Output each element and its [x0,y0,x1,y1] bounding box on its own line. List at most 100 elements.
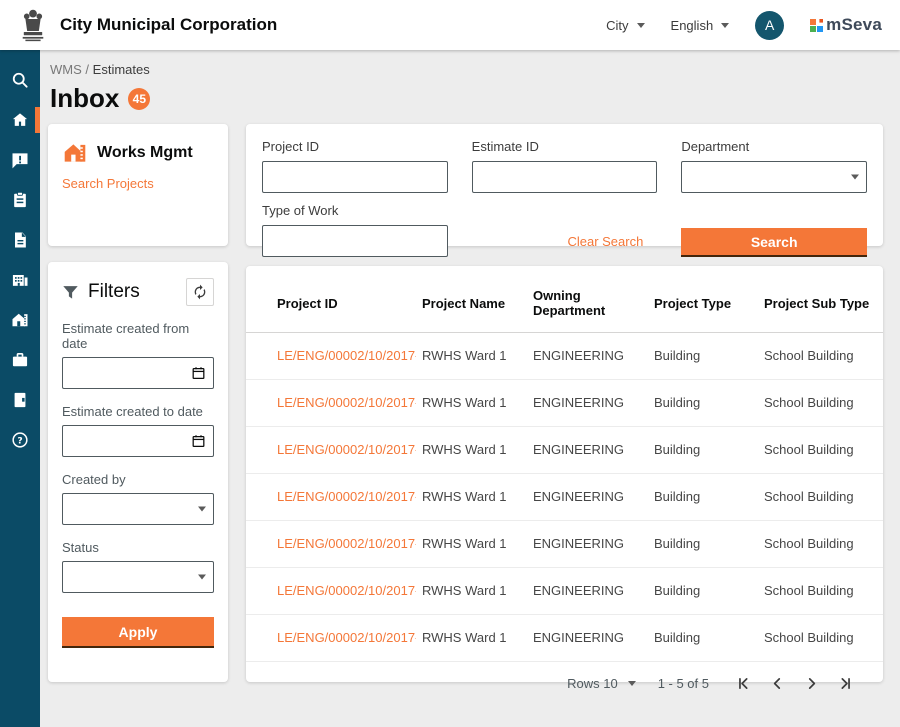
cell-project-type: Building [648,427,758,474]
cell-project-type: Building [648,521,758,568]
table-row: LE/ENG/00002/10/2017-18 RWHS Ward 1 ENGI… [246,615,883,662]
filter-created-by-input[interactable] [63,494,213,524]
rows-per-page-label: Rows 10 [567,676,618,691]
sidebar-item-documents[interactable] [0,220,40,260]
user-avatar[interactable]: A [755,11,784,40]
cell-owning-department: ENGINEERING [527,380,648,427]
apply-filters-button[interactable]: Apply [62,617,214,648]
sidebar-item-home[interactable] [0,100,40,140]
department-select[interactable] [681,161,867,193]
project-id-link[interactable]: LE/ENG/00002/10/2017-18 [246,380,416,427]
chevron-down-icon [721,23,729,28]
chevron-down-icon [637,23,645,28]
project-id-field[interactable] [262,161,448,193]
search-projects-link[interactable]: Search Projects [62,176,154,191]
last-page-icon [837,675,854,692]
cell-owning-department: ENGINEERING [527,333,648,380]
cell-project-name: RWHS Ward 1 [416,474,527,521]
table-header-row: Project ID Project Name Owning Departmen… [246,266,883,333]
national-emblem-icon [20,7,46,43]
city-dropdown[interactable]: City [606,18,644,33]
works-card-title: Works Mgmt [97,144,193,162]
chevron-left-icon [769,675,786,692]
sidebar-item-municipal-services[interactable] [0,260,40,300]
cell-project-type: Building [648,474,758,521]
project-id-link[interactable]: LE/ENG/00002/10/2017-18 [246,427,416,474]
inbox-count-badge: 45 [128,88,150,110]
col-project-name: Project Name [416,266,527,333]
cell-project-sub-type: School Building [758,333,883,380]
sidebar-item-hrms[interactable] [0,340,40,380]
type-of-work-label: Type of Work [262,203,448,218]
project-id-link[interactable]: LE/ENG/00002/10/2017-18 [246,333,416,380]
sidebar-item-clipboard[interactable] [0,180,40,220]
calendar-icon[interactable] [191,434,206,449]
cell-project-name: RWHS Ward 1 [416,568,527,615]
sidebar-item-works[interactable] [0,300,40,340]
breadcrumb-wms[interactable]: WMS [50,62,82,77]
chevron-down-icon [851,175,859,180]
previous-page-button[interactable] [765,671,789,695]
sidebar-item-help[interactable]: ? [0,420,40,460]
filter-funnel-icon [62,284,79,301]
cell-owning-department: ENGINEERING [527,427,648,474]
language-dropdown[interactable]: English [671,18,730,33]
main-content: WMS / Estimates Inbox 45 [40,50,900,727]
col-project-sub-type: Project Sub Type [758,266,883,333]
works-mgmt-icon [62,140,88,166]
type-of-work-input[interactable] [263,226,447,256]
filter-status-input[interactable] [63,562,213,592]
project-id-link[interactable]: LE/ENG/00002/10/2017-18 [246,474,416,521]
sidebar-item-search[interactable] [0,60,40,100]
clear-search-link[interactable]: Clear Search [567,234,643,249]
journal-icon [10,390,30,410]
next-page-button[interactable] [799,671,823,695]
top-header: City Municipal Corporation City English … [0,0,900,50]
cell-owning-department: ENGINEERING [527,568,648,615]
breadcrumb: WMS / Estimates [48,62,883,77]
filter-status-select[interactable] [62,561,214,593]
filter-to-date-label: Estimate created to date [62,404,214,419]
filter-from-date-field[interactable] [62,357,214,389]
clipboard-icon [10,190,30,210]
department-input[interactable] [682,162,866,192]
filters-card: Filters Estimate created from date [48,262,228,682]
mseva-logo-icon [810,19,823,32]
first-page-icon [735,675,752,692]
rows-per-page-dropdown[interactable]: Rows 10 [567,676,636,691]
project-id-input[interactable] [263,162,447,192]
chevron-right-icon [803,675,820,692]
col-owning-department: Owning Department [527,266,648,333]
breadcrumb-separator: / [85,62,89,77]
filter-created-by-select[interactable] [62,493,214,525]
last-page-button[interactable] [833,671,857,695]
estimate-id-input[interactable] [473,162,657,192]
briefcase-icon [10,350,30,370]
calendar-icon[interactable] [191,366,206,381]
search-button[interactable]: Search [681,228,867,257]
cell-project-type: Building [648,333,758,380]
cell-project-name: RWHS Ward 1 [416,380,527,427]
page-title: Inbox [50,83,119,114]
app-title: City Municipal Corporation [60,15,277,35]
complaints-icon [10,150,30,170]
project-id-link[interactable]: LE/ENG/00002/10/2017-18 [246,521,416,568]
type-of-work-field[interactable] [262,225,448,257]
project-id-link[interactable]: LE/ENG/00002/10/2017-18 [246,615,416,662]
first-page-button[interactable] [731,671,755,695]
cell-project-name: RWHS Ward 1 [416,333,527,380]
cell-project-type: Building [648,615,758,662]
estimate-id-field[interactable] [472,161,658,193]
filter-from-date-label: Estimate created from date [62,321,214,351]
department-label: Department [681,139,867,154]
results-table-card: Project ID Project Name Owning Departmen… [246,266,883,682]
sidebar-item-complaints[interactable] [0,140,40,180]
refresh-filters-button[interactable] [186,278,214,306]
project-id-link[interactable]: LE/ENG/00002/10/2017-18 [246,568,416,615]
search-criteria-card: Project ID Estimate ID Department [246,124,883,246]
sidebar-item-journal[interactable] [0,380,40,420]
cell-owning-department: ENGINEERING [527,474,648,521]
filter-to-date-field[interactable] [62,425,214,457]
chevron-down-icon [198,575,206,580]
chevron-down-icon [628,681,636,686]
